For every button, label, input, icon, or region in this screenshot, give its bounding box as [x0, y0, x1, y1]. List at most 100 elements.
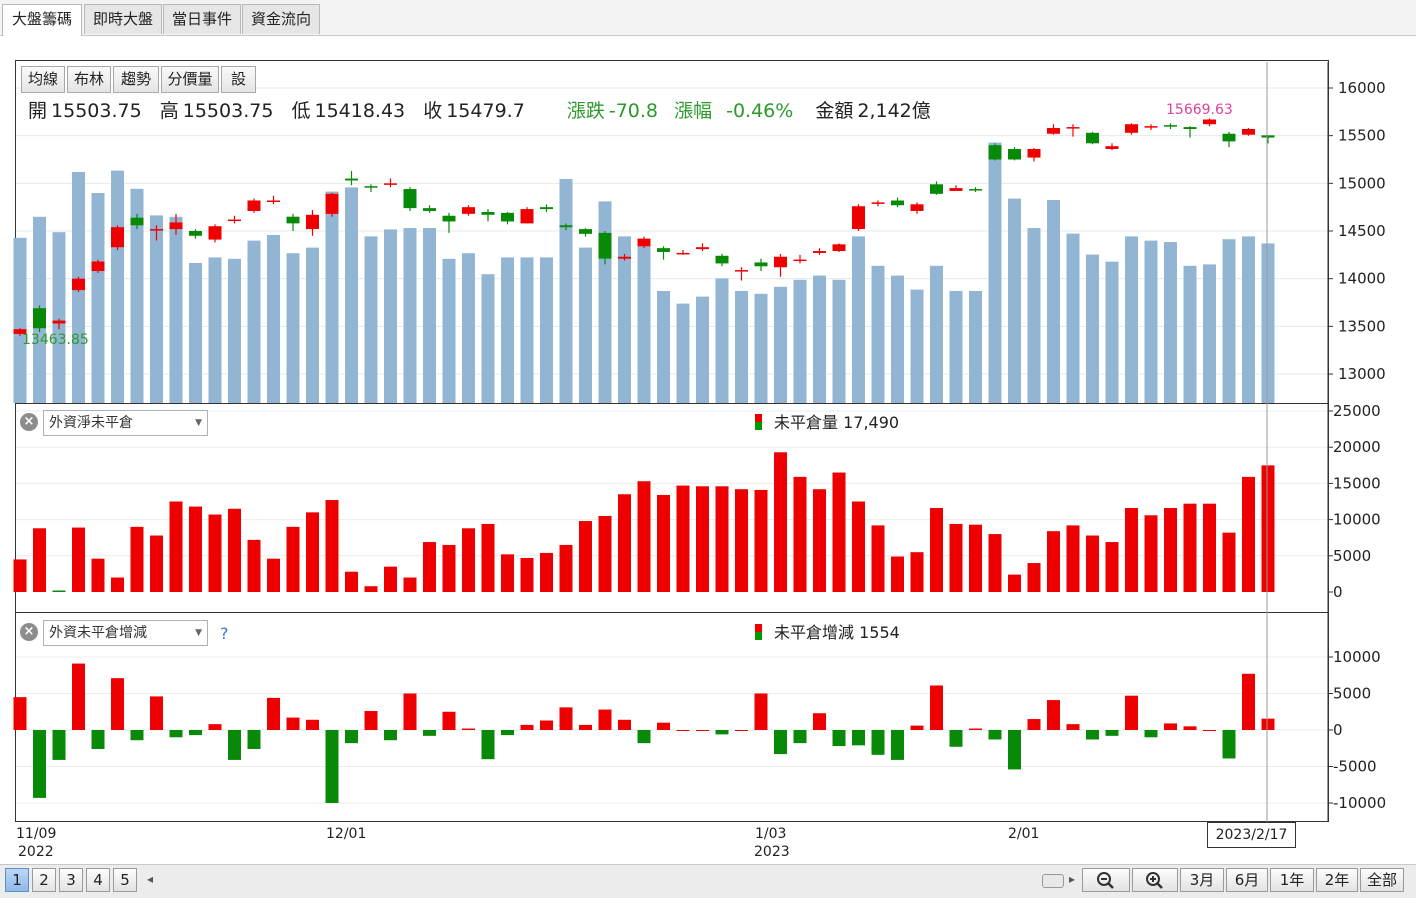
candle-body	[910, 204, 924, 211]
volume-bar	[384, 229, 397, 403]
oi-change-bar	[793, 730, 807, 744]
oi-change-bar	[637, 730, 651, 744]
volume-profile-button[interactable]: 分價量	[161, 66, 219, 93]
page-button-3[interactable]: 3	[59, 868, 83, 892]
candle-body	[832, 244, 846, 252]
volume-bar	[1066, 233, 1080, 403]
scroll-left-icon[interactable]: ◂	[147, 872, 153, 886]
trend-button[interactable]: 趨勢	[113, 66, 159, 93]
page-button-4[interactable]: 4	[86, 868, 110, 892]
range-6m-button[interactable]: 6月	[1226, 868, 1268, 892]
close-panel2-icon[interactable]: ×	[20, 413, 38, 431]
page-button-5[interactable]: 5	[113, 868, 137, 892]
candle-body	[481, 211, 495, 215]
oi-change-bar	[442, 711, 456, 730]
oi-change-bar	[969, 728, 982, 730]
page-button-2[interactable]: 2	[32, 868, 56, 892]
help-icon[interactable]: ?	[220, 624, 229, 643]
panel3-select-value: 外資未平倉增減	[49, 625, 147, 641]
oi-change-bar	[72, 663, 85, 730]
oi-change-bar	[618, 719, 631, 730]
oi-change-bar	[462, 728, 475, 730]
x-label-year-2: 2023	[754, 844, 790, 860]
oi-bar	[1164, 508, 1177, 592]
max-price-label: 15669.63	[1166, 102, 1233, 118]
candle-body	[91, 261, 105, 272]
candle-body	[1242, 128, 1255, 135]
oi-bar	[1027, 563, 1041, 592]
range-3m-button[interactable]: 3月	[1180, 868, 1224, 892]
volume-bar	[1222, 239, 1236, 403]
chart-canvas[interactable]: 1300013500140001450015000155001600015669…	[0, 0, 1416, 897]
zoom-in-button[interactable]	[1132, 868, 1178, 892]
candle-body	[852, 206, 865, 230]
ma-button[interactable]: 均線	[21, 66, 65, 93]
close-panel3-icon[interactable]: ×	[20, 623, 38, 641]
range-all-button[interactable]: 全部	[1360, 868, 1404, 892]
scroll-right-icon[interactable]: ▸	[1069, 872, 1075, 886]
close-label: 收	[423, 100, 443, 122]
oi-bar	[345, 571, 358, 592]
candle-body	[559, 225, 573, 228]
candle-body	[1027, 149, 1041, 158]
oi-change-bar	[33, 730, 46, 798]
range-2y-button[interactable]: 2年	[1316, 868, 1358, 892]
oi-change-bar	[1183, 726, 1197, 730]
y-tick-label: 25000	[1333, 402, 1381, 420]
volume-bar	[559, 179, 573, 403]
zoom-out-button[interactable]	[1082, 868, 1130, 892]
page-button-1[interactable]: 1	[5, 868, 29, 892]
oi-bar	[306, 512, 319, 592]
oi-bar	[1008, 574, 1021, 592]
oi-bar	[111, 577, 124, 592]
volume-bar	[111, 170, 124, 403]
oi-change-bar	[364, 711, 378, 730]
candle-body	[1105, 146, 1119, 150]
volume-bar	[52, 232, 66, 403]
oi-change-bar	[481, 730, 495, 760]
oi-change-bar	[1125, 695, 1138, 730]
oi-bar	[637, 481, 651, 592]
oi-change-bar	[306, 719, 319, 730]
oi-bar	[325, 500, 339, 592]
oi-bar	[169, 501, 183, 592]
candle-body	[1008, 149, 1021, 160]
panel2-indicator-select[interactable]: 外資淨未平倉 ▼	[43, 410, 208, 436]
oi-bar	[462, 528, 475, 592]
chevron-down-icon: ▼	[195, 628, 202, 638]
y-tick-label: 13000	[1338, 365, 1386, 383]
oi-change-bar	[1203, 730, 1216, 731]
candle-body	[267, 200, 280, 202]
panel3-indicator-select[interactable]: 外資未平倉增減 ▼	[43, 620, 208, 646]
volume-bar	[774, 286, 787, 403]
oi-change-bar	[559, 707, 573, 730]
candle-body	[72, 278, 85, 291]
volume-bar	[1261, 243, 1275, 403]
oi-bar	[1203, 503, 1216, 592]
candle-body	[969, 189, 982, 191]
range-1y-button[interactable]: 1年	[1270, 868, 1314, 892]
settings-button[interactable]: 設	[221, 66, 256, 93]
y-tick-label: 14500	[1338, 222, 1386, 240]
oi-bar	[130, 526, 144, 592]
oi-bar	[559, 544, 573, 592]
x-label-date-0: 11/09	[16, 826, 57, 842]
oi-change-bar	[228, 730, 241, 760]
bollinger-button[interactable]: 布林	[67, 66, 111, 93]
volume-bar	[1183, 265, 1197, 403]
oi-change-bar	[579, 724, 592, 730]
oi-bar	[949, 523, 963, 592]
zoom-in-icon	[1146, 872, 1163, 889]
volume-bar	[949, 291, 963, 403]
y-tick-label: 10000	[1333, 648, 1381, 666]
oi-change-bar	[715, 730, 729, 735]
oi-change-bar	[130, 730, 144, 741]
oi-bar	[852, 501, 865, 592]
volume-bar	[267, 235, 280, 403]
candle-body	[364, 186, 378, 188]
candle-body	[306, 214, 319, 230]
oi-change-bar	[930, 685, 943, 730]
candle-body	[1183, 127, 1197, 129]
volume-bar	[754, 293, 768, 403]
scroll-thumb[interactable]	[1042, 874, 1064, 888]
